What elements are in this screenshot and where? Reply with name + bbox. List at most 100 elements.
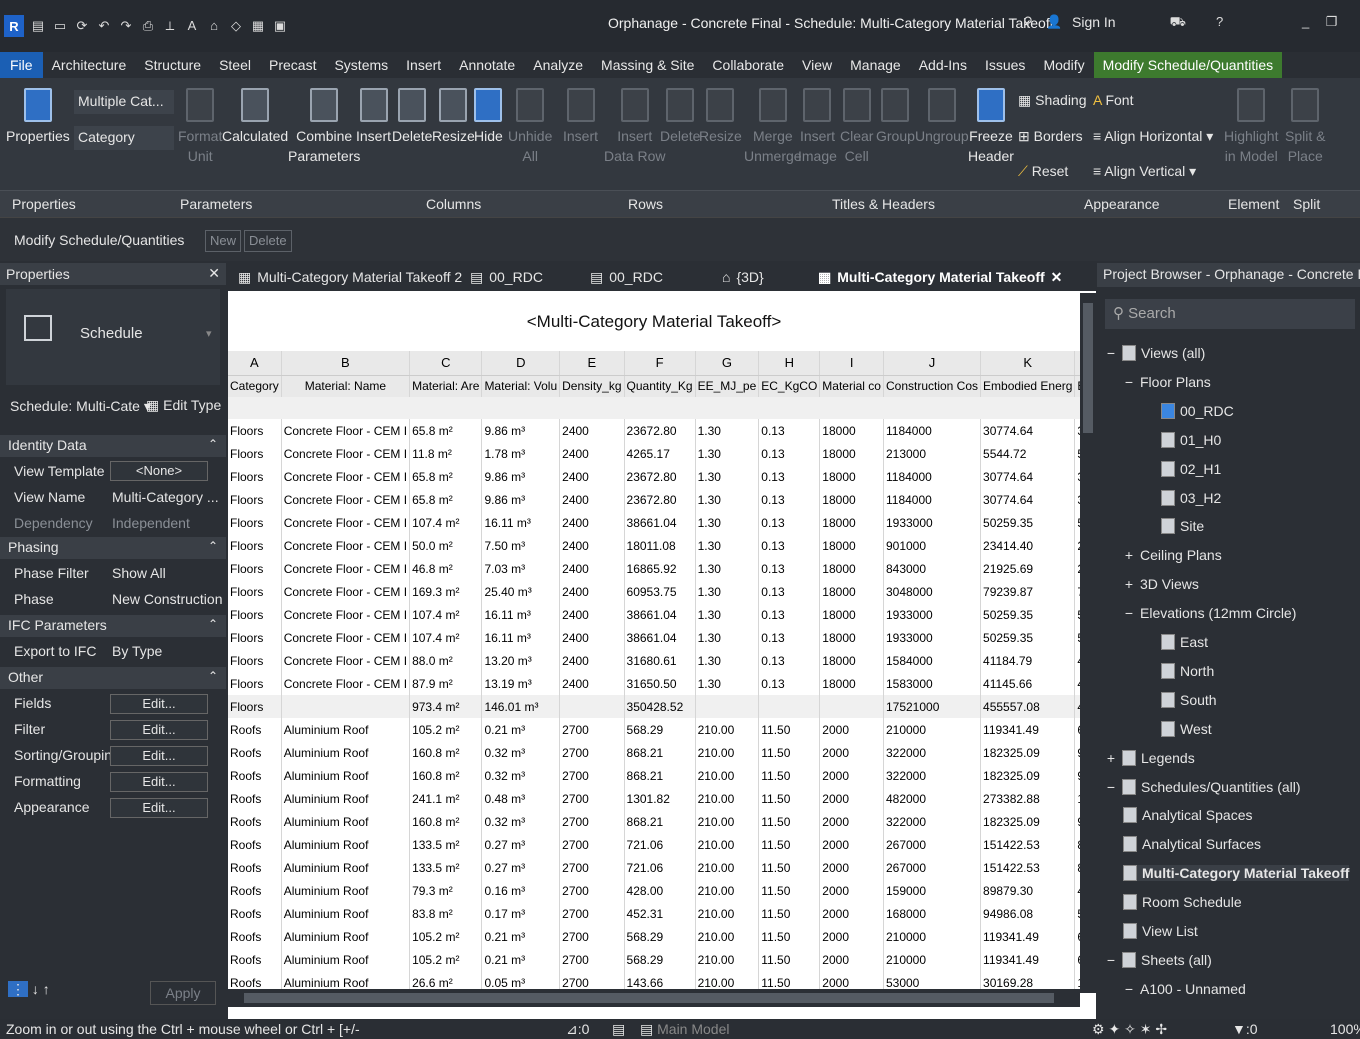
print-icon[interactable]: ⎙ <box>140 18 156 34</box>
menu-steel[interactable]: Steel <box>210 52 260 78</box>
horizontal-scroll-thumb[interactable] <box>244 993 1054 1003</box>
table-cell[interactable]: 322000 <box>883 810 982 833</box>
table-cell[interactable]: 1.30 <box>695 419 760 442</box>
table-row[interactable]: Roofs Aluminium Roof 105.2 m² 0.21 m³ 2700 56… <box>228 718 1080 741</box>
column-header[interactable]: Material: Name <box>281 375 411 397</box>
table-cell[interactable]: 0.13 <box>758 511 821 534</box>
table-cell[interactable]: 13.19 m³ <box>481 672 561 695</box>
table-row[interactable]: Roofs Aluminium Roof 133.5 m² 0.27 m³ 2700 72… <box>228 856 1080 879</box>
table-cell[interactable]: 107.4 m² <box>409 603 483 626</box>
category-dropdown[interactable]: Category <box>74 126 174 150</box>
table-cell[interactable]: Floors <box>228 695 282 718</box>
table-cell[interactable]: Roofs <box>228 718 282 741</box>
table-cell[interactable]: 11.50 <box>758 741 821 764</box>
table-cell[interactable]: Floors <box>228 511 282 534</box>
column-header[interactable]: Embodied Energ <box>980 375 1076 397</box>
table-cell[interactable]: Roofs <box>228 810 282 833</box>
table-cell[interactable]: 23672.80 <box>624 465 696 488</box>
browser-item[interactable]: South <box>1161 691 1217 708</box>
table-cell[interactable]: 2400 <box>559 580 625 603</box>
table-cell[interactable]: 2000 <box>819 948 884 971</box>
table-cell[interactable]: Floors <box>228 626 282 649</box>
table-cell[interactable]: 2000 <box>819 718 884 741</box>
table-cell[interactable]: 5544.72 <box>980 442 1076 465</box>
table-cell[interactable]: 1.30 <box>695 626 760 649</box>
table-cell[interactable]: 1.30 <box>695 672 760 695</box>
table-cell[interactable]: 210000 <box>883 948 982 971</box>
menu-issues[interactable]: Issues <box>976 52 1034 78</box>
table-row[interactable]: Roofs Aluminium Roof 241.1 m² 0.48 m³ 2700 13… <box>228 787 1080 810</box>
table-cell[interactable]: 0.27 m³ <box>481 833 561 856</box>
table-cell[interactable]: 16.11 m³ <box>481 511 561 534</box>
align-vertical-dropdown[interactable]: ≡ Align Vertical ▾ <box>1093 163 1196 180</box>
table-cell[interactable]: 9.86 m³ <box>481 419 561 442</box>
combine-parameters-button[interactable]: Combine Parameters <box>288 88 360 166</box>
table-cell[interactable]: 105.2 m² <box>409 925 483 948</box>
view-tab-2[interactable]: ▤ 00_RDC <box>580 263 712 291</box>
resize-column-button[interactable]: Resize <box>432 88 475 146</box>
table-row[interactable]: Roofs Aluminium Roof 83.8 m² 0.17 m³ 2700 452… <box>228 902 1080 925</box>
binoculars-icon[interactable]: ⚲ <box>1020 14 1036 30</box>
reset-button[interactable]: ⟋ Reset <box>1018 163 1068 180</box>
filter-edit-button[interactable]: Edit... <box>110 720 208 740</box>
column-header[interactable]: EE_MJ_pe <box>695 375 760 397</box>
type-dropdown[interactable]: Multiple Cat... <box>74 90 174 114</box>
browser-item[interactable]: − Schedules/Quantities (all) <box>1105 778 1301 795</box>
table-cell[interactable]: 1184000 <box>883 419 982 442</box>
table-cell[interactable]: Roofs <box>228 787 282 810</box>
browser-item[interactable]: − Sheets (all) <box>1105 951 1212 968</box>
table-cell[interactable]: Concrete Floor - CEM I <box>281 488 411 511</box>
table-cell[interactable]: 18000 <box>819 603 884 626</box>
table-row[interactable]: Floors Concrete Floor - CEM I 107.4 m² 16.1… <box>228 603 1080 626</box>
table-row[interactable]: Floors Concrete Floor - CEM I 46.8 m² 7.03 … <box>228 557 1080 580</box>
table-cell[interactable]: 267000 <box>883 833 982 856</box>
expand-icon[interactable]: + <box>1105 750 1117 766</box>
table-cell[interactable]: 2000 <box>819 741 884 764</box>
column-header[interactable]: Quantity_Kg <box>624 375 696 397</box>
table-row[interactable]: Floors 973.4 m² 146.01 m³ 350428.52 17521000… <box>228 695 1080 718</box>
sort-descending-icon[interactable]: ↑ <box>43 981 50 997</box>
table-cell[interactable]: 2400 <box>559 603 625 626</box>
table-cell[interactable]: 0.13 <box>758 419 821 442</box>
apply-button[interactable]: Apply <box>150 981 216 1005</box>
column-letter[interactable]: H <box>758 351 821 376</box>
table-cell[interactable]: Aluminium Roof <box>281 741 411 764</box>
table-cell[interactable]: 428.00 <box>624 879 696 902</box>
table-cell[interactable]: 23672.80 <box>624 488 696 511</box>
table-cell[interactable]: 18000 <box>819 557 884 580</box>
view-tab-0[interactable]: ▦ Multi-Category Material Takeoff 2 <box>228 263 462 291</box>
table-cell[interactable]: 868.21 <box>624 741 696 764</box>
table-cell[interactable]: Concrete Floor - CEM I <box>281 603 411 626</box>
table-cell[interactable]: Roofs <box>228 948 282 971</box>
table-cell[interactable]: 94986.08 <box>980 902 1076 925</box>
table-cell[interactable]: 210.00 <box>695 741 760 764</box>
table-cell[interactable]: 210.00 <box>695 764 760 787</box>
calculated-button[interactable]: Calculated <box>222 88 288 146</box>
table-row[interactable]: Floors Concrete Floor - CEM I 107.4 m² 16.1… <box>228 511 1080 534</box>
table-cell[interactable]: 0.13 <box>758 534 821 557</box>
table-cell[interactable]: 2400 <box>559 442 625 465</box>
table-cell[interactable]: 482000 <box>883 787 982 810</box>
close-icon[interactable]: ✕ <box>208 265 220 282</box>
help-icon[interactable]: ? <box>1212 14 1228 30</box>
merge-unmerge-button[interactable]: Merge Unmerge <box>744 88 802 166</box>
minimize-icon[interactable]: _ <box>1298 14 1314 30</box>
type-selector[interactable]: Schedule ▾ <box>6 289 220 385</box>
table-cell[interactable]: Floors <box>228 557 282 580</box>
menu-modify[interactable]: Modify <box>1034 52 1093 78</box>
browser-item[interactable]: +3D Views <box>1123 576 1199 592</box>
table-cell[interactable]: 0.13 <box>758 442 821 465</box>
table-cell[interactable]: 273382.88 <box>980 787 1076 810</box>
table-cell[interactable]: 30774.64 <box>980 419 1076 442</box>
table-cell[interactable]: 160.8 m² <box>409 764 483 787</box>
table-cell[interactable]: 1.30 <box>695 534 760 557</box>
table-cell[interactable]: 18000 <box>819 649 884 672</box>
table-cell[interactable]: 41184.79 <box>980 649 1076 672</box>
table-cell[interactable]: 119341.49 <box>980 948 1076 971</box>
table-cell[interactable]: 0.21 m³ <box>481 925 561 948</box>
table-cell[interactable]: 79239.87 <box>980 580 1076 603</box>
sort-ascending-icon[interactable]: ↓ <box>32 981 39 997</box>
table-cell[interactable]: 182325.09 <box>980 764 1076 787</box>
column-letter[interactable]: A <box>228 351 282 376</box>
table-row[interactable]: Roofs Aluminium Roof 160.8 m² 0.32 m³ 2700 86… <box>228 810 1080 833</box>
